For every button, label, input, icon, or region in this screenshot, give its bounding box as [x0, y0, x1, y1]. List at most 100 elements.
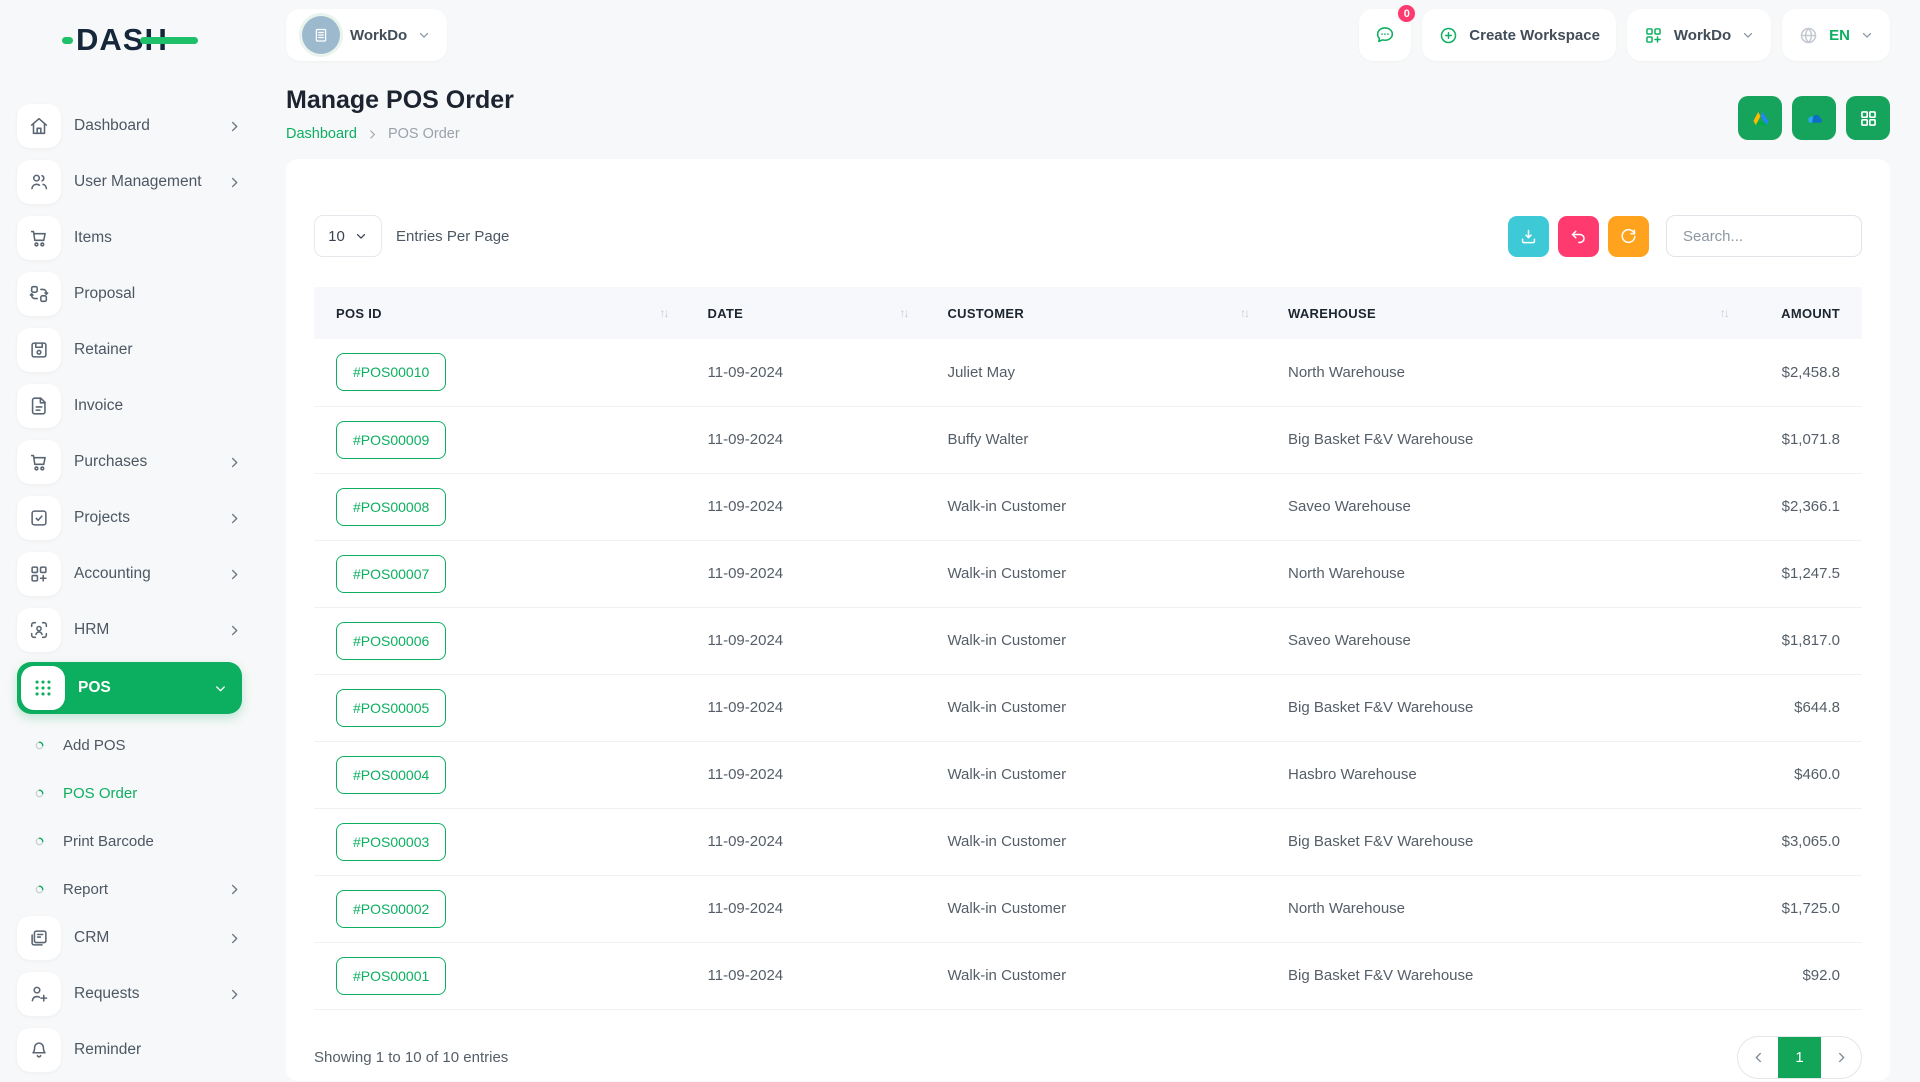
sidebar-item-retainer[interactable]: Retainer — [17, 326, 242, 374]
cell-amount: $92.0 — [1746, 942, 1862, 1009]
workspace-switcher[interactable]: WorkDo — [286, 9, 447, 61]
pos-id-badge[interactable]: #POS00008 — [336, 488, 446, 526]
sort-icon: ↑↓ — [660, 306, 668, 320]
pos-id-badge[interactable]: #POS00009 — [336, 421, 446, 459]
logo-dot-shape — [62, 37, 73, 44]
invoice-icon — [17, 384, 61, 428]
chevron-right-icon — [227, 567, 242, 582]
sidebar-subitem-label: Add POS — [63, 737, 242, 754]
chevron-right-icon — [227, 623, 242, 638]
header-customer[interactable]: CUSTOMER↑↓ — [925, 287, 1266, 339]
sidebar-item-hrm[interactable]: HRM — [17, 606, 242, 654]
header-pos-id[interactable]: POS ID↑↓ — [314, 287, 686, 339]
transform-icon — [17, 272, 61, 316]
cell-warehouse: Big Basket F&V Warehouse — [1266, 406, 1746, 473]
table-row: #POS00005 11-09-2024 Walk-in Customer Bi… — [314, 674, 1862, 741]
cell-warehouse: Saveo Warehouse — [1266, 607, 1746, 674]
table-row: #POS00010 11-09-2024 Juliet May North Wa… — [314, 339, 1862, 406]
google-drive-button[interactable] — [1738, 96, 1782, 140]
chevron-down-icon — [213, 681, 228, 696]
bullet-icon — [33, 739, 46, 752]
cell-amount: $1,071.8 — [1746, 406, 1862, 473]
workspace-name: WorkDo — [350, 27, 407, 44]
cell-amount: $1,247.5 — [1746, 540, 1862, 607]
company-menu[interactable]: WorkDo — [1627, 9, 1771, 61]
sidebar-item-label: Purchases — [74, 453, 227, 471]
pos-id-badge[interactable]: #POS00010 — [336, 353, 446, 391]
reset-button[interactable] — [1608, 216, 1649, 257]
sidebar-item-items[interactable]: Items — [17, 214, 242, 262]
language-selector[interactable]: EN — [1782, 9, 1890, 61]
sidebar-subitem-label: Print Barcode — [63, 833, 242, 850]
entries-summary: Showing 1 to 10 of 10 entries — [314, 1049, 508, 1066]
breadcrumb-dashboard-link[interactable]: Dashboard — [286, 126, 357, 142]
logo-dash-shape — [140, 37, 198, 44]
onedrive-icon — [1804, 108, 1825, 129]
pos-id-badge[interactable]: #POS00007 — [336, 555, 446, 593]
sidebar-item-label: CRM — [74, 929, 227, 947]
pagination-next-button[interactable] — [1821, 1037, 1861, 1078]
cell-amount: $2,458.8 — [1746, 339, 1862, 406]
sidebar-item-proposal[interactable]: Proposal — [17, 270, 242, 318]
pos-id-badge[interactable]: #POS00005 — [336, 689, 446, 727]
sidebar-item-label: Items — [74, 229, 242, 247]
pagination-page-1[interactable]: 1 — [1778, 1037, 1821, 1078]
cell-date: 11-09-2024 — [686, 875, 926, 942]
pagination-prev-button[interactable] — [1738, 1037, 1778, 1078]
checkbox-icon — [17, 496, 61, 540]
table-row: #POS00008 11-09-2024 Walk-in Customer Sa… — [314, 473, 1862, 540]
grid-view-button[interactable] — [1846, 96, 1890, 140]
onedrive-button[interactable] — [1792, 96, 1836, 140]
sidebar-item-user-management[interactable]: User Management — [17, 158, 242, 206]
table-row: #POS00003 11-09-2024 Walk-in Customer Bi… — [314, 808, 1862, 875]
bullet-icon — [33, 787, 46, 800]
sidebar-item-invoice[interactable]: Invoice — [17, 382, 242, 430]
user-scan-icon — [17, 608, 61, 652]
pos-id-badge[interactable]: #POS00003 — [336, 823, 446, 861]
undo-icon — [1569, 227, 1588, 246]
pos-id-badge[interactable]: #POS00006 — [336, 622, 446, 660]
pos-id-badge[interactable]: #POS00004 — [336, 756, 446, 794]
messages-count-badge: 0 — [1396, 3, 1417, 24]
create-workspace-button[interactable]: Create Workspace — [1422, 9, 1616, 61]
cell-customer: Walk-in Customer — [925, 808, 1266, 875]
search-input[interactable] — [1666, 215, 1862, 257]
download-icon — [1519, 227, 1538, 246]
table-row: #POS00009 11-09-2024 Buffy Walter Big Ba… — [314, 406, 1862, 473]
sidebar-item-dashboard[interactable]: Dashboard — [17, 102, 242, 150]
entries-per-page-select[interactable]: 10 — [314, 215, 382, 257]
chevron-right-icon — [227, 882, 242, 897]
sidebar-item-pos[interactable]: POS — [17, 662, 242, 714]
sidebar-item-accounting[interactable]: Accounting — [17, 550, 242, 598]
back-button[interactable] — [1558, 216, 1599, 257]
header-amount[interactable]: AMOUNT — [1746, 287, 1862, 339]
sidebar-subitem-add-pos[interactable]: Add POS — [17, 725, 242, 765]
sidebar-subitem-pos-order[interactable]: POS Order — [17, 773, 242, 813]
breadcrumb: Dashboard POS Order — [286, 126, 514, 142]
brand-logo[interactable]: DASH — [62, 20, 202, 60]
cell-warehouse: Big Basket F&V Warehouse — [1266, 808, 1746, 875]
cell-date: 11-09-2024 — [686, 607, 926, 674]
pos-id-badge[interactable]: #POS00002 — [336, 890, 446, 928]
sort-icon: ↑↓ — [899, 306, 907, 320]
chevron-down-icon — [354, 229, 368, 243]
sidebar-item-requests[interactable]: Requests — [17, 970, 242, 1018]
header-warehouse[interactable]: WAREHOUSE↑↓ — [1266, 287, 1746, 339]
create-workspace-label: Create Workspace — [1469, 27, 1600, 44]
sidebar-item-reminder[interactable]: Reminder — [17, 1026, 242, 1074]
grid-dots-icon — [21, 666, 65, 710]
sidebar-item-crm[interactable]: CRM — [17, 914, 242, 962]
sidebar-item-purchases[interactable]: Purchases — [17, 438, 242, 486]
user-plus-icon — [17, 972, 61, 1016]
language-code: EN — [1829, 27, 1850, 44]
sidebar-subitem-report[interactable]: Report — [17, 869, 242, 909]
sidebar-item-projects[interactable]: Projects — [17, 494, 242, 542]
pos-id-badge[interactable]: #POS00001 — [336, 957, 446, 995]
header-date[interactable]: DATE↑↓ — [686, 287, 926, 339]
sort-icon: ↑↓ — [1720, 306, 1728, 320]
plus-circle-icon — [1438, 25, 1459, 46]
export-button[interactable] — [1508, 216, 1549, 257]
messages-button[interactable]: 0 — [1359, 9, 1411, 61]
sidebar-subitem-print-barcode[interactable]: Print Barcode — [17, 821, 242, 861]
table-footer: Showing 1 to 10 of 10 entries 1 — [314, 1036, 1862, 1079]
